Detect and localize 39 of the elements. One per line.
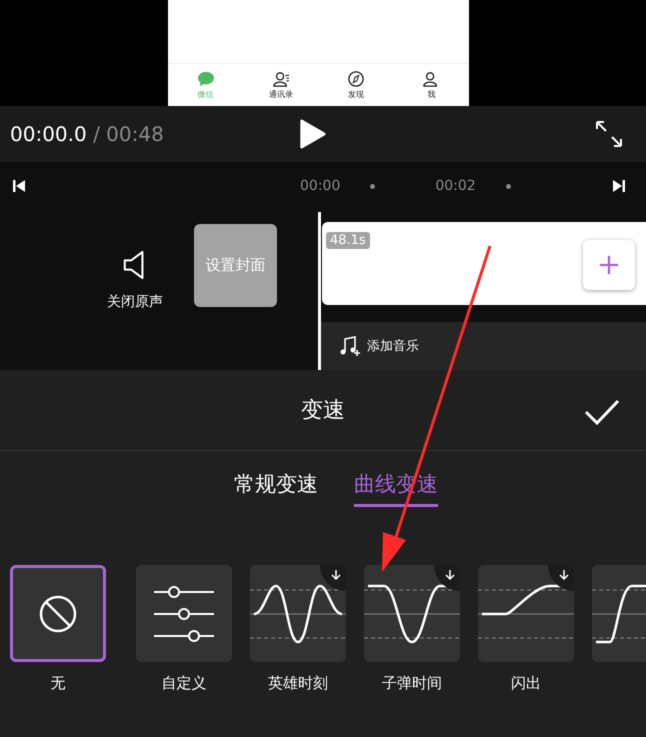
preset-label: 自定义 xyxy=(162,674,206,693)
preset-label: 英雄时刻 xyxy=(268,674,328,693)
current-time: 00:00.0 xyxy=(10,122,87,146)
preset-tile[interactable] xyxy=(10,565,106,662)
preset-tile[interactable] xyxy=(136,565,232,662)
phone-tab[interactable]: 我 xyxy=(394,64,469,106)
speed-curve xyxy=(596,584,646,643)
panel-title: 变速 xyxy=(301,397,345,425)
time-tick: 00:02 xyxy=(435,178,476,194)
prohibited-icon xyxy=(38,594,78,634)
download-icon[interactable] xyxy=(320,565,346,591)
music-track[interactable]: 添加音乐 xyxy=(321,322,646,370)
preset-label: 闪出 xyxy=(511,674,541,693)
preset-tile[interactable] xyxy=(478,565,574,662)
check-icon[interactable] xyxy=(584,398,620,426)
compass-icon xyxy=(347,70,366,86)
download-icon[interactable] xyxy=(434,565,460,591)
time-tick: 00:00 xyxy=(300,178,340,194)
chat-icon xyxy=(196,70,215,86)
contacts-icon xyxy=(272,70,290,86)
phone-tab[interactable]: 通讯录 xyxy=(243,64,318,106)
fullscreen-icon[interactable] xyxy=(594,119,624,149)
preset-tile[interactable] xyxy=(250,565,346,662)
music-add-icon xyxy=(339,335,361,357)
preset-label: 子弹时间 xyxy=(382,674,442,693)
duration-badge: 48.1s xyxy=(326,232,370,249)
sliders-icon xyxy=(152,586,216,642)
phone-tab[interactable]: 发现 xyxy=(318,64,394,106)
speed-tab[interactable]: 常规变速 xyxy=(234,466,318,506)
preset-tile[interactable] xyxy=(364,565,460,662)
skip-end-icon[interactable] xyxy=(612,179,626,193)
preset-label: 无 xyxy=(50,674,66,693)
play-icon[interactable] xyxy=(298,119,326,149)
mute-label: 关闭原声 xyxy=(107,293,163,311)
download-icon[interactable] xyxy=(548,565,574,591)
total-time: / 00:48 xyxy=(93,122,164,146)
skip-start-icon[interactable] xyxy=(12,179,26,193)
add-clip-button[interactable] xyxy=(583,240,635,290)
plus-icon xyxy=(598,254,620,276)
